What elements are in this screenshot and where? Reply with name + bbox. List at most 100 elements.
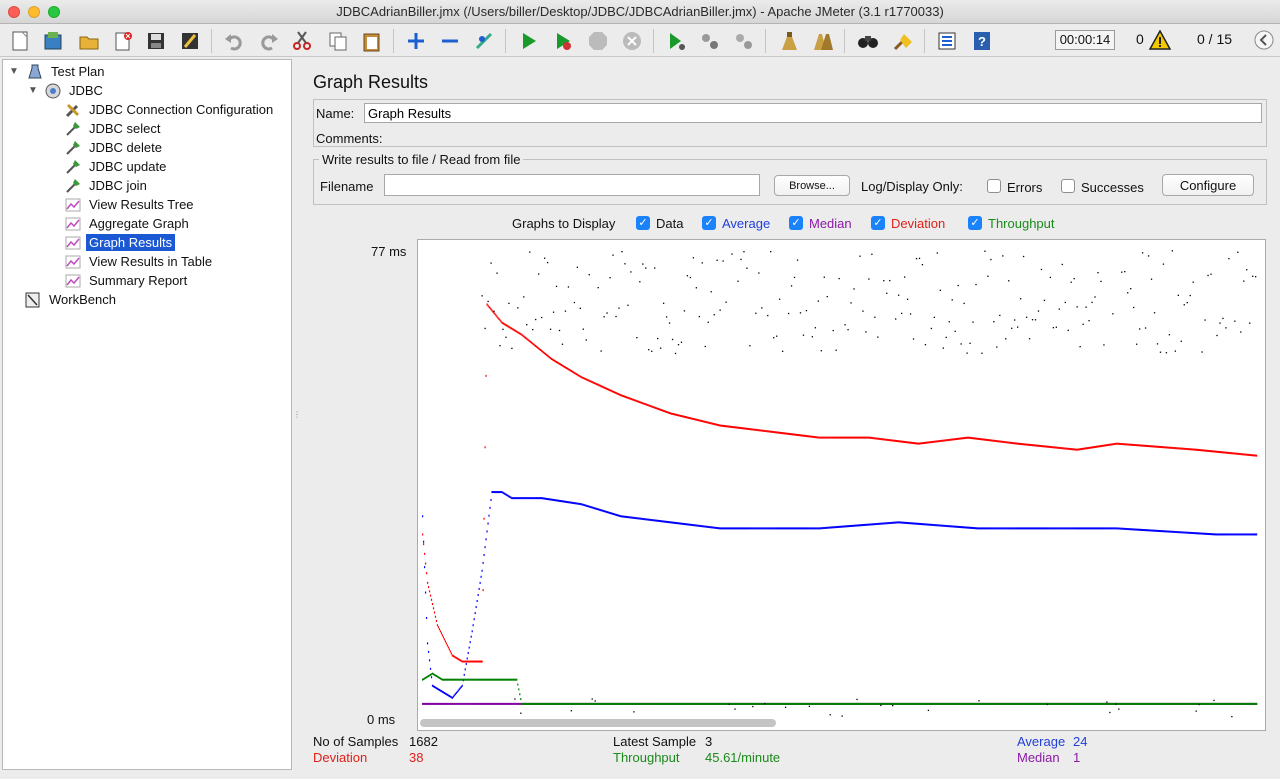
series-data-point [1064,301,1066,304]
browse-button[interactable]: Browse... [774,175,850,196]
series-data-point [532,328,534,331]
reset-search-icon[interactable] [890,28,916,54]
collapse-twisty-icon[interactable]: ▼ [9,66,19,77]
series-data-point [906,298,909,300]
close-icon[interactable] [110,28,136,54]
remote-stop-icon[interactable] [697,28,723,54]
series-deviation-point [440,632,443,635]
series-data-point [612,254,614,256]
save-icon[interactable] [143,28,169,54]
series-deviation-point [443,638,446,641]
series-data-point [1168,334,1171,336]
tree-item-jdbc-update[interactable]: JDBC update [64,157,169,176]
collapse-twisty-icon[interactable]: ▼ [28,85,38,96]
series-data-point [1085,306,1087,308]
configure-button[interactable]: Configure [1162,174,1254,196]
start-no-pause-icon[interactable] [550,28,576,54]
expand-icon[interactable] [403,28,429,54]
save-as-icon[interactable] [177,28,203,54]
data-checkbox[interactable]: ✓ [636,216,650,230]
errors-checkbox[interactable] [987,179,1001,193]
help-icon[interactable]: ? [969,28,995,54]
tree-item-jdbc[interactable]: JDBC [44,81,106,100]
templates-icon[interactable] [40,28,66,54]
throughput-checkbox[interactable]: ✓ [968,216,982,230]
series-data-point [990,258,992,261]
open-icon[interactable] [76,28,102,54]
stop-icon[interactable] [585,28,611,54]
series-data-point [689,276,692,279]
toggle-icon[interactable] [471,28,497,54]
undo-icon[interactable] [221,28,247,54]
remote-shutdown-icon[interactable] [731,28,757,54]
series-data-point [1043,299,1046,302]
split-pane-divider[interactable]: ⋮ [293,410,301,419]
tree-item-view-results-in-table[interactable]: View Results in Table [64,252,215,271]
svg-text:?: ? [978,34,986,49]
fullscreen-toggle-icon[interactable] [1253,29,1275,54]
series-average-point [467,652,469,655]
series-data-point [823,276,825,278]
start-icon[interactable] [516,28,542,54]
series-data-point [776,335,778,337]
successes-checkbox[interactable] [1061,179,1075,193]
tree-item-graph-results[interactable]: Graph Results [64,233,176,252]
collapse-icon[interactable] [437,28,463,54]
series-data-point [570,710,573,712]
shutdown-icon[interactable] [619,28,645,54]
tree-item-label: JDBC join [89,178,147,193]
series-average-point [477,593,479,596]
elapsed-timer: 00:00:14 [1055,30,1115,50]
tree-item-jdbc-join[interactable]: JDBC join [64,176,150,195]
sampler-icon [64,120,82,138]
series-data-point [668,322,671,324]
clear-icon[interactable] [776,28,802,54]
series-deviation-point [1256,454,1258,457]
series-data-point [665,316,668,318]
series-data-point [936,252,938,254]
series-data-point [993,321,995,323]
tree-item-summary-report[interactable]: Summary Report [64,271,190,290]
tree-item-jdbc-connection-configuration[interactable]: JDBC Connection Configuration [64,100,276,119]
graphs-to-display-row: Graphs to Display ✓ Data ✓ Average ✓ Med… [303,215,1277,235]
deviation-checkbox[interactable]: ✓ [871,216,885,230]
search-icon[interactable] [855,28,881,54]
deviation-stat-value: 38 [409,750,424,765]
tree-item-aggregate-graph[interactable]: Aggregate Graph [64,214,192,233]
tree-item-test-plan[interactable]: Test Plan [26,62,107,81]
name-field[interactable] [364,103,1262,123]
function-helper-icon[interactable] [934,28,960,54]
series-deviation-point [448,648,450,651]
series-data-point [841,715,843,717]
median-checkbox[interactable]: ✓ [789,216,803,230]
graph-horizontal-scrollbar[interactable] [420,719,776,727]
series-data-point [1130,288,1132,290]
series-data-point [862,310,864,312]
series-deviation-point [446,644,448,647]
tree-item-view-results-tree[interactable]: View Results Tree [64,195,197,214]
copy-icon[interactable] [325,28,351,54]
redo-icon[interactable] [256,28,282,54]
cut-icon[interactable] [289,28,315,54]
tree-item-jdbc-delete[interactable]: JDBC delete [64,138,165,157]
series-data-point [799,312,802,314]
series-data-point [1216,334,1218,337]
tree-item-workbench[interactable]: WorkBench [24,290,119,309]
series-data-point [639,281,641,283]
tree-item-jdbc-select[interactable]: JDBC select [64,119,164,138]
series-deviation-point [441,634,444,637]
clear-all-icon[interactable] [810,28,836,54]
series-average-point [424,591,427,594]
average-label: Average [722,216,771,231]
series-data-point [787,312,790,315]
remote-start-icon[interactable] [663,28,689,54]
name-label: Name: [316,106,355,121]
series-data-point [505,336,507,338]
paste-icon[interactable] [359,28,385,54]
series-data-point [829,714,831,716]
warning-icon[interactable] [1148,29,1172,54]
average-checkbox[interactable]: ✓ [702,216,716,230]
new-icon[interactable] [7,28,33,54]
filename-field[interactable] [384,174,760,196]
series-data-point [790,285,793,287]
